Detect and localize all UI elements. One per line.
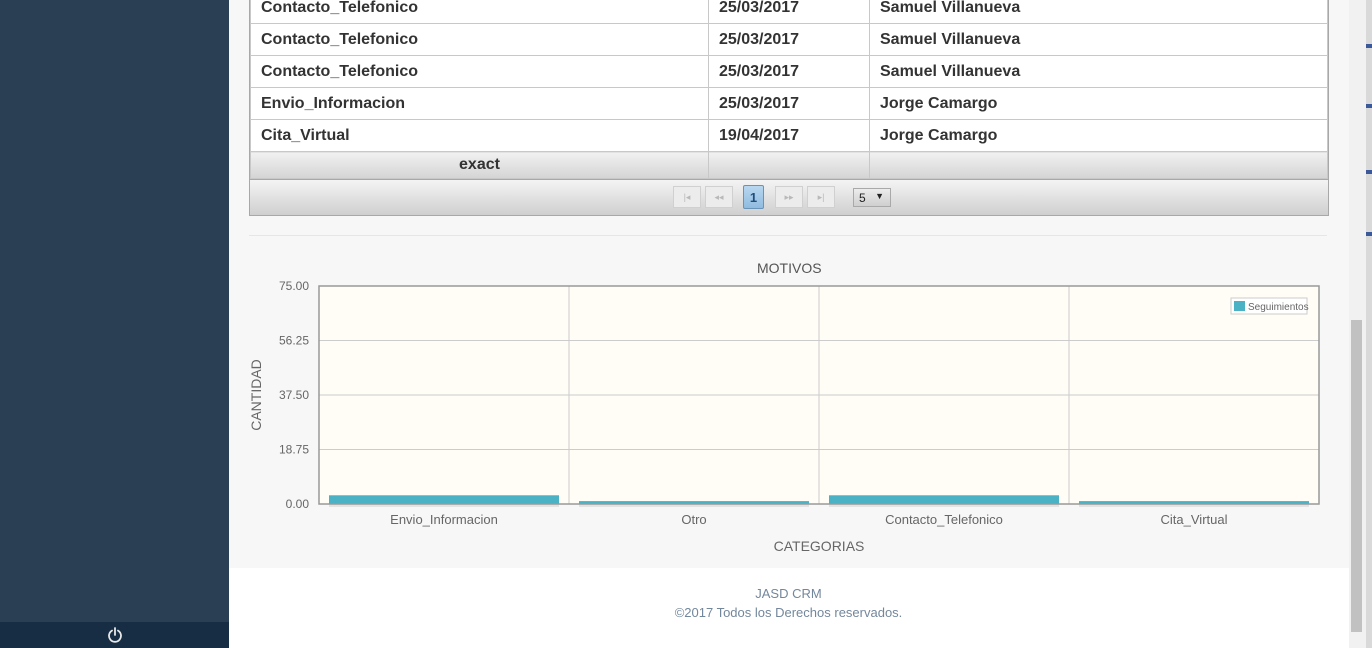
y-tick-label: 75.00 [279,279,309,293]
page-1-button[interactable]: 1 [743,185,764,209]
cell-motivo: Cita_Virtual [250,119,709,152]
rows-per-page-select[interactable]: 5 ▼ [853,188,891,207]
edge-mark [1366,44,1372,48]
x-axis-title: CATEGORIAS [774,538,865,554]
y-axis-title: CANTIDAD [248,359,264,431]
power-icon[interactable] [107,627,123,643]
chart-title: MOTIVOS [757,260,822,276]
edge-mark [1366,104,1372,108]
table-row[interactable]: Cita_Virtual 19/04/2017 Jorge Camargo [250,119,1328,152]
cell-motivo: Contacto_Telefonico [250,23,709,56]
paginator: |◂ ◂◂ 1 ▸▸ ▸| 5 ▼ [250,179,1328,215]
edge-mark [1366,170,1372,174]
bar [829,495,1059,504]
legend-swatch [1234,301,1245,311]
scrollbar-thumb[interactable] [1351,320,1362,632]
bar-chart: 0.00 18.75 37.50 56.25 75.00 Envio_Informacio… [248,279,1320,554]
table-row[interactable]: Contacto_Telefonico 25/03/2017 Samuel Vill… [250,23,1328,56]
y-tick-label: 18.75 [279,443,309,457]
y-tick-label: 37.50 [279,388,309,402]
cell-motivo: Contacto_Telefonico [250,0,709,24]
chevron-down-icon: ▼ [875,191,884,201]
y-tick-label: 0.00 [286,497,310,511]
cell-motivo: Contacto_Telefonico [250,55,709,88]
table-row[interactable]: Contacto_Telefonico 25/03/2017 Samuel Vill… [250,55,1328,88]
x-tick-label: Otro [681,512,706,527]
footer-app-name: JASD CRM [755,586,822,601]
table-row[interactable]: Contacto_Telefonico 25/03/2017 Samuel Vill… [250,0,1328,24]
bar [329,495,559,504]
footer-cell [869,151,1328,179]
window-edge [1366,0,1372,648]
cell-motivo: Envio_Informacion [250,87,709,120]
table-footer-row: exact [250,151,1328,179]
divider [249,235,1327,236]
legend-label: Seguimientos [1248,302,1309,313]
first-page-button[interactable]: |◂ [673,186,701,208]
cell-fecha: 19/04/2017 [708,119,870,152]
next-page-button[interactable]: ▸▸ [775,186,803,208]
data-table: Contacto_Telefonico 25/03/2017 Samuel Vill… [250,0,1328,179]
seguimientos-table: Contacto_Telefonico 25/03/2017 Samuel Vill… [249,0,1329,216]
x-tick-label: Contacto_Telefonico [885,512,1003,527]
footer-label: exact [250,151,709,179]
last-page-button[interactable]: ▸| [807,186,835,208]
cell-fecha: 25/03/2017 [708,55,870,88]
x-tick-label: Envio_Informacion [390,512,498,527]
rows-per-page-value: 5 [859,190,866,205]
cell-asesor: Samuel Villanueva [869,55,1328,88]
cell-fecha: 25/03/2017 [708,0,870,24]
cell-fecha: 25/03/2017 [708,23,870,56]
y-tick-label: 56.25 [279,334,309,348]
footer-cell [708,151,870,179]
x-tick-label: Cita_Virtual [1161,512,1228,527]
edge-mark [1366,232,1372,236]
cell-asesor: Samuel Villanueva [869,23,1328,56]
cell-asesor: Jorge Camargo [869,87,1328,120]
prev-page-button[interactable]: ◂◂ [705,186,733,208]
table-row[interactable]: Envio_Informacion 25/03/2017 Jorge Camargo [250,87,1328,120]
cell-asesor: Samuel Villanueva [869,0,1328,24]
footer-copyright: ©2017 Todos los Derechos reservados. [674,605,903,620]
cell-asesor: Jorge Camargo [869,119,1328,152]
sidebar-footer [0,622,229,648]
cell-fecha: 25/03/2017 [708,87,870,120]
sidebar [0,0,229,648]
